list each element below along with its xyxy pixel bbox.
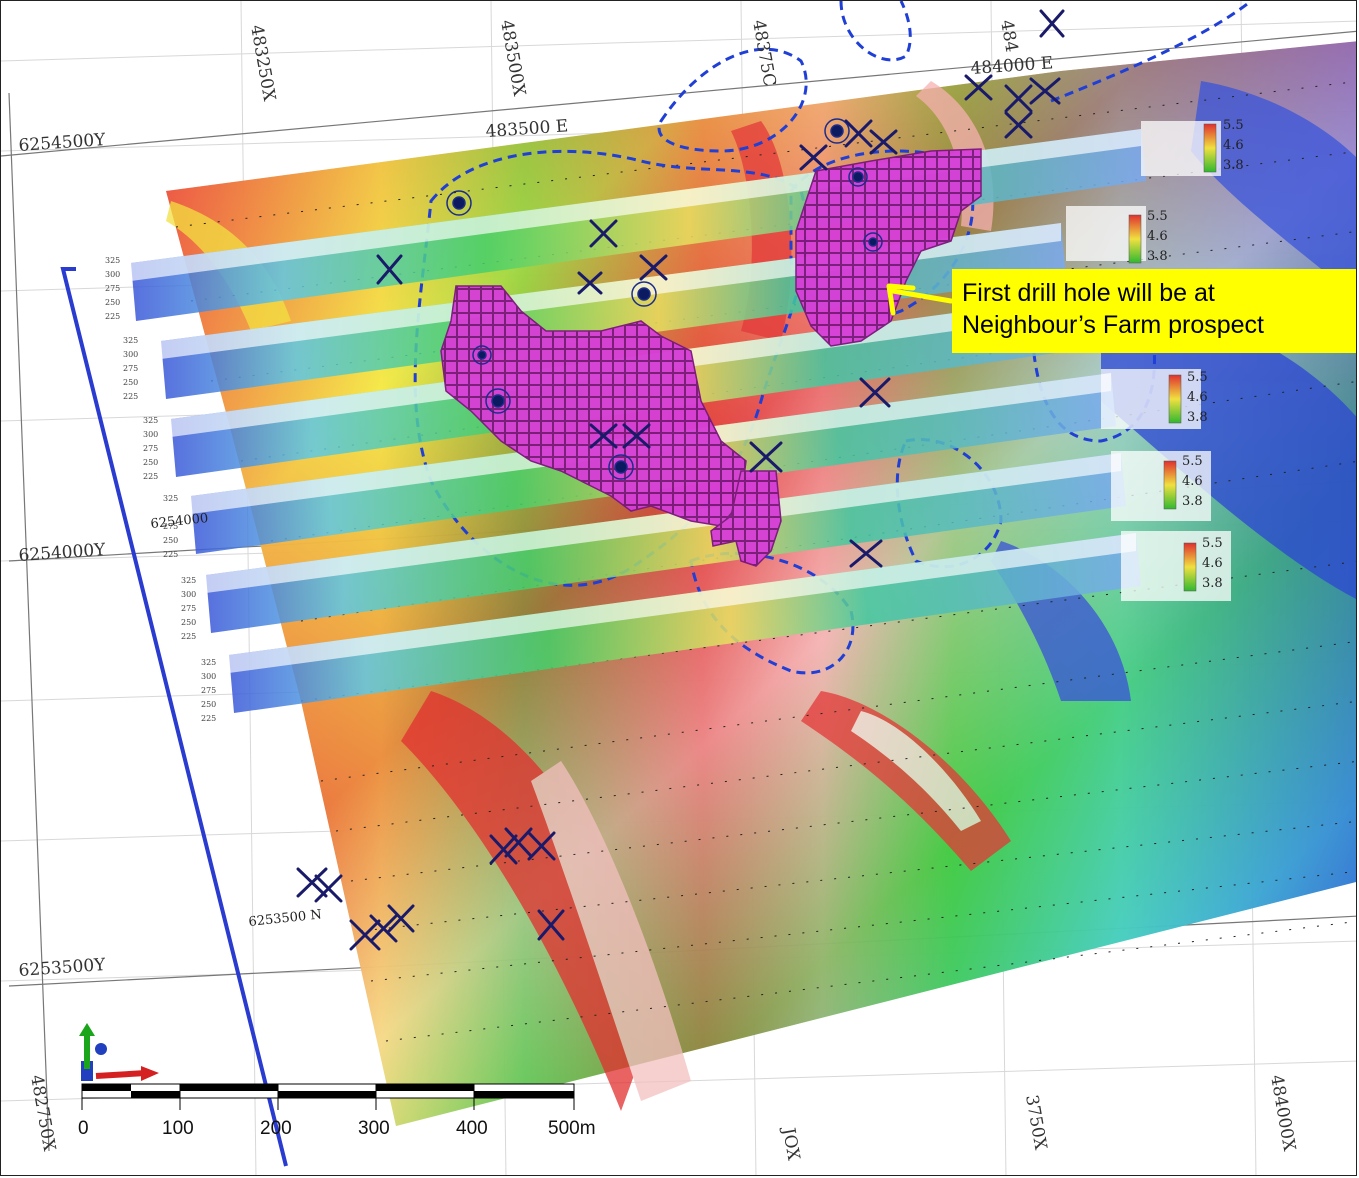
grid-label-n: 6253500 N bbox=[248, 907, 323, 930]
depth-tick: 225 bbox=[143, 472, 158, 481]
depth-tick: 325 bbox=[143, 416, 158, 425]
depth-tick: 325 bbox=[201, 658, 216, 667]
depth-tick: 300 bbox=[181, 590, 196, 599]
map-scene: 5.5 4.6 3.8 5.5 4.6 3.8 5.5 4.6 3.8 5.5 … bbox=[1, 1, 1356, 1175]
scale-bar: 0 100 200 300 400 500m bbox=[78, 1080, 598, 1140]
depth-tick: 300 bbox=[201, 672, 216, 681]
colorbar-tick: 3.8 bbox=[1147, 249, 1168, 264]
depth-tick: 225 bbox=[181, 632, 196, 641]
callout-line-1: First drill hole will be at bbox=[962, 279, 1215, 307]
depth-tick: 225 bbox=[123, 392, 138, 401]
colorbar-tick: 5.5 bbox=[1147, 209, 1168, 224]
grid-label-e: 483500 E bbox=[485, 116, 569, 142]
grid-label-y: 6254000Y bbox=[18, 540, 107, 566]
grid-label-y: 6254500Y bbox=[18, 130, 107, 156]
colorbar-tick: 5.5 bbox=[1202, 536, 1223, 551]
grid-label-x-bottom: 484000X bbox=[1266, 1073, 1299, 1153]
grid-label-x: 483250X bbox=[246, 23, 279, 103]
crossed-hammers-icon bbox=[1039, 9, 1065, 38]
depth-tick: 250 bbox=[181, 618, 196, 627]
scale-bar-graphic bbox=[81, 1083, 575, 1110]
depth-tick: 275 bbox=[105, 284, 120, 293]
depth-tick: 250 bbox=[163, 536, 178, 545]
north-axis-icon bbox=[79, 1023, 159, 1081]
colorbar-tick: 5.5 bbox=[1182, 454, 1203, 469]
depth-tick: 300 bbox=[105, 270, 120, 279]
drill-hole-callout: First drill hole will be at Neighbour’s … bbox=[952, 269, 1356, 353]
grid-label-x-bottom: JOX bbox=[778, 1124, 804, 1162]
scale-label: 300 bbox=[358, 1118, 390, 1139]
map-frame: 5.5 4.6 3.8 5.5 4.6 3.8 5.5 4.6 3.8 5.5 … bbox=[0, 0, 1357, 1176]
depth-tick: 275 bbox=[201, 686, 216, 695]
colorbar-tick: 4.6 bbox=[1223, 138, 1244, 153]
colorbar-tick: 3.8 bbox=[1223, 158, 1244, 173]
grid-label-x: 484 bbox=[996, 18, 1021, 53]
depth-tick: 325 bbox=[163, 494, 178, 503]
scale-label: 200 bbox=[260, 1118, 292, 1139]
depth-tick: 250 bbox=[123, 378, 138, 387]
depth-tick: 275 bbox=[123, 364, 138, 373]
scale-label: 0 bbox=[78, 1118, 89, 1139]
depth-tick: 250 bbox=[201, 700, 216, 709]
grid-label-x-bottom: 3750X bbox=[1021, 1093, 1050, 1152]
colorbar-tick: 3.8 bbox=[1187, 410, 1208, 425]
depth-tick: 250 bbox=[105, 298, 120, 307]
grid-label-x: 483500X bbox=[496, 18, 529, 98]
depth-tick: 225 bbox=[201, 714, 216, 723]
grid-label-x-bottom: 482750X bbox=[26, 1073, 59, 1153]
depth-tick: 300 bbox=[143, 430, 158, 439]
colorbar-tick: 4.6 bbox=[1187, 390, 1208, 405]
callout-line-2: Neighbour’s Farm prospect bbox=[962, 311, 1264, 339]
depth-tick: 225 bbox=[105, 312, 120, 321]
colorbar-tick: 4.6 bbox=[1182, 474, 1203, 489]
colorbar-tick: 4.6 bbox=[1202, 556, 1223, 571]
depth-tick: 275 bbox=[143, 444, 158, 453]
depth-tick: 275 bbox=[181, 604, 196, 613]
colorbar-tick: 3.8 bbox=[1202, 576, 1223, 591]
depth-tick: 250 bbox=[143, 458, 158, 467]
grid-label-x: 48375C bbox=[748, 18, 779, 88]
scale-label: 500m bbox=[548, 1118, 596, 1139]
depth-tick: 325 bbox=[123, 336, 138, 345]
grid-label-y: 6253500Y bbox=[18, 955, 107, 981]
depth-tick: 225 bbox=[163, 550, 178, 559]
colorbar-tick: 5.5 bbox=[1187, 370, 1208, 385]
section-depth-ticks: 325 300 275 250 225 325 300 275 250 225 … bbox=[105, 256, 216, 723]
depth-tick: 300 bbox=[123, 350, 138, 359]
colorbar-tick: 5.5 bbox=[1223, 118, 1244, 133]
depth-tick: 325 bbox=[105, 256, 120, 265]
colorbar-tick: 3.8 bbox=[1182, 494, 1203, 509]
depth-tick: 325 bbox=[181, 576, 196, 585]
colorbar-tick: 4.6 bbox=[1147, 229, 1168, 244]
scale-label: 100 bbox=[162, 1118, 194, 1139]
scale-label: 400 bbox=[456, 1118, 488, 1139]
